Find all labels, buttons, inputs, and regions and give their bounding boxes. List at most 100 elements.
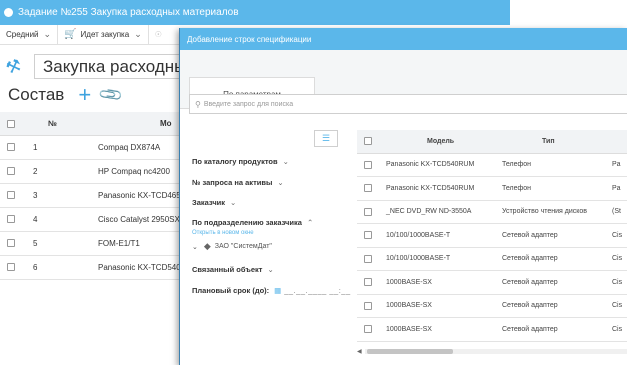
row-model: 1000BASE-SX [379, 317, 494, 342]
row-checkbox[interactable] [0, 159, 22, 184]
filter-customer-label: Заказчик [192, 198, 226, 207]
row-checkbox[interactable] [357, 153, 379, 177]
calendar-icon[interactable]: ▦ [274, 286, 281, 295]
row-model: 1000BASE-SX [379, 294, 494, 318]
task-window-titlebar: Задание №255 Закупка расходных материало… [0, 0, 510, 25]
row-model: Panasonic KX-TCD540 [90, 255, 180, 280]
filter-catalog-label: По каталогу продуктов [192, 157, 278, 166]
table-row[interactable]: Panasonic KX-TCD540RUM Телефон Pa [357, 176, 627, 201]
row-model: Cisco Catalyst 2950SX [90, 207, 180, 232]
horizontal-scrollbar[interactable]: ◀ [357, 346, 627, 356]
row-type: Телефон [494, 176, 608, 201]
row-num: 6 [22, 255, 90, 280]
department-org-item[interactable]: ⌄ ◆ ЗАО "СистемДат" [192, 241, 272, 252]
table-row[interactable]: 4 Cisco Catalyst 2950SX [0, 207, 180, 232]
open-new-window-link[interactable]: Открыть в новом окне [192, 230, 254, 236]
row-checkbox[interactable] [0, 135, 22, 160]
table-row[interactable]: 1 Compaq DX874A [0, 135, 180, 160]
select-all-checkbox[interactable] [357, 130, 379, 154]
search-placeholder: Введите запрос для поиска [203, 100, 294, 108]
status-dropdown[interactable]: 🛒 Идет закупка ⌄ [58, 25, 149, 44]
search-icon: ⚲ [195, 99, 201, 109]
row-extra: Pa [608, 153, 627, 177]
chevron-down-icon: ⌄ [134, 29, 142, 39]
table-row[interactable]: Panasonic KX-TCD540RUM Телефон Pa [357, 153, 627, 177]
column-header-extra[interactable] [608, 130, 627, 154]
column-header-model[interactable]: Мо [90, 112, 180, 136]
priority-dropdown[interactable]: Средний ⌄ [0, 25, 59, 44]
chevron-down-icon: ⌄ [267, 265, 274, 274]
row-checkbox[interactable] [357, 176, 379, 201]
scroll-left-icon[interactable]: ◀ [357, 348, 365, 355]
tag-icon: ◆ [203, 241, 211, 251]
chevron-down-icon: ⌄ [192, 243, 198, 251]
filter-linked-object[interactable]: Связанный объект ⌄ [192, 265, 274, 274]
watch-button[interactable]: ☉ [149, 25, 168, 44]
row-type: Сетевой адаптер [494, 223, 608, 248]
row-extra: Pa [608, 176, 627, 201]
row-model: 1000BASE-SX [379, 270, 494, 295]
row-model: Panasonic KX-TCD540RUM [379, 153, 494, 177]
row-type: Сетевой адаптер [494, 317, 608, 342]
planned-date-label: Плановый срок (до): [192, 286, 270, 295]
filter-department[interactable]: По подразделению заказчика ⌃ [192, 218, 313, 227]
table-row[interactable]: 10/100/1000BASE-T Сетевой адаптер Cis [357, 223, 627, 248]
select-all-checkbox[interactable] [0, 112, 22, 136]
row-checkbox[interactable] [0, 255, 22, 280]
column-header-type[interactable]: Тип [494, 130, 608, 154]
table-row[interactable]: 1000BASE-SX Сетевой адаптер Cis [357, 270, 627, 295]
row-checkbox[interactable] [357, 200, 379, 224]
row-num: 5 [22, 231, 90, 256]
wrench-icon: ⚒ [3, 55, 25, 79]
column-header-model[interactable]: Модель [379, 130, 494, 154]
row-checkbox[interactable] [357, 317, 379, 342]
spec-results-table: Модель Тип Panasonic KX-TCD540RUM Телефон… [357, 130, 627, 342]
planned-date-input[interactable]: __.__.____ __:__ [284, 286, 350, 295]
table-row[interactable]: 1000BASE-SX Сетевой адаптер Cis [357, 317, 627, 342]
row-num: 4 [22, 207, 90, 232]
row-checkbox[interactable] [0, 207, 22, 232]
filter-icon[interactable]: ☰ [314, 130, 338, 147]
plus-icon[interactable]: + [78, 84, 91, 106]
row-model: 10/100/1000BASE-T [379, 247, 494, 271]
row-extra: Cis [608, 270, 627, 295]
row-extra: Cis [608, 247, 627, 271]
table-row[interactable]: 10/100/1000BASE-T Сетевой адаптер Cis [357, 247, 627, 271]
row-type: Сетевой адаптер [494, 294, 608, 318]
row-checkbox[interactable] [0, 231, 22, 256]
row-checkbox[interactable] [357, 223, 379, 248]
table-row[interactable]: 6 Panasonic KX-TCD540 [0, 255, 180, 280]
table-row[interactable]: 1000BASE-SX Сетевой адаптер Cis [357, 294, 627, 318]
column-header-num[interactable]: № [22, 112, 90, 136]
row-extra: Cis [608, 223, 627, 248]
row-model: FOM-E1/T1 [90, 231, 180, 256]
filter-catalog[interactable]: По каталогу продуктов ⌄ [192, 157, 289, 166]
composition-section-header: Состав + 📎 [8, 82, 125, 108]
row-extra: Cis [608, 294, 627, 318]
row-type: Устройство чтения дисков [494, 200, 608, 224]
table-row[interactable]: 2 HP Compaq nc4200 [0, 159, 180, 184]
row-checkbox[interactable] [357, 247, 379, 271]
filter-asset-request[interactable]: № запроса на активы ⌄ [192, 178, 284, 187]
table-row[interactable]: 3 Panasonic KX-TCD465 [0, 183, 180, 208]
chevron-down-icon: ⌄ [230, 198, 237, 207]
paperclip-icon[interactable]: 📎 [97, 81, 125, 109]
spec-results-body: Panasonic KX-TCD540RUM Телефон Pa Panasonic… [357, 153, 627, 342]
filter-customer[interactable]: Заказчик ⌄ [192, 198, 236, 207]
section-title: Состав [8, 85, 65, 104]
filter-department-label: По подразделению заказчика [192, 218, 302, 227]
row-checkbox[interactable] [0, 183, 22, 208]
chevron-down-icon: ⌄ [43, 29, 52, 39]
scroll-thumb[interactable] [367, 348, 453, 354]
chevron-down-icon: ⌄ [277, 178, 284, 187]
row-checkbox[interactable] [357, 294, 379, 318]
scroll-track[interactable] [365, 348, 627, 354]
table-row[interactable]: 5 FOM-E1/T1 [0, 231, 180, 256]
table-row[interactable]: _NEC DVD_RW ND-3550A Устройство чтения ди… [357, 200, 627, 224]
row-model: Panasonic KX-TCD465 [90, 183, 180, 208]
table-header-row: № Мо [0, 112, 180, 136]
row-checkbox[interactable] [357, 270, 379, 295]
priority-label: Средний [6, 30, 39, 39]
row-type: Сетевой адаптер [494, 270, 608, 295]
search-input[interactable]: ⚲ Введите запрос для поиска [189, 94, 627, 114]
